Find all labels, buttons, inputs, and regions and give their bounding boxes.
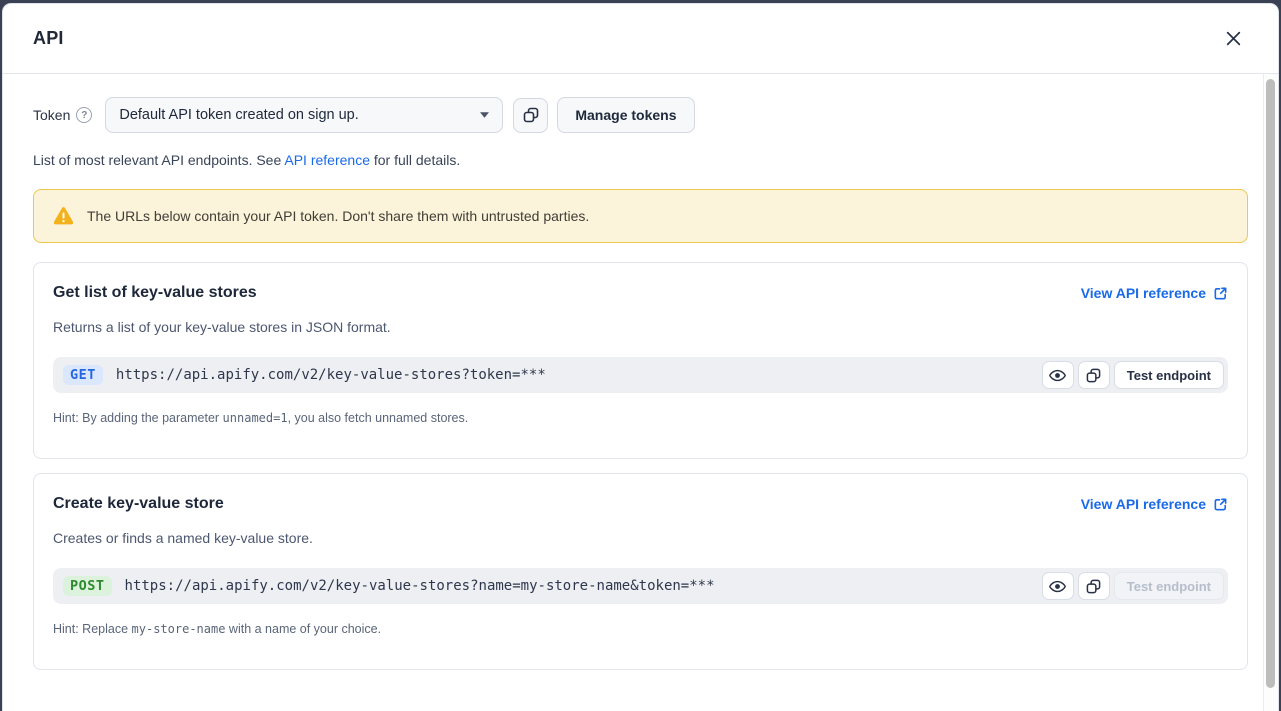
http-method-badge: GET <box>63 365 103 385</box>
copy-url-button[interactable] <box>1078 572 1110 600</box>
intro-before: List of most relevant API endpoints. See <box>33 152 284 168</box>
http-method-badge: POST <box>63 576 112 596</box>
copy-icon <box>523 107 539 123</box>
card-title: Create key-value store <box>53 495 224 513</box>
card-description: Returns a list of your key-value stores … <box>53 319 1228 335</box>
token-select-value: Default API token created on sign up. <box>119 107 358 123</box>
view-api-reference-link[interactable]: View API reference <box>1081 496 1228 512</box>
endpoint-bar: GET https://api.apify.com/v2/key-value-s… <box>53 357 1228 393</box>
card-hint: Hint: By adding the parameter unnamed=1,… <box>53 411 1228 425</box>
hint-prefix: Hint: Replace <box>53 622 132 636</box>
card-head: Get list of key-value stores View API re… <box>53 284 1228 302</box>
endpoint-url: https://api.apify.com/v2/key-value-store… <box>125 578 1038 594</box>
token-row: Token ? Default API token created on sig… <box>33 97 1248 133</box>
hint-code: my-store-name <box>132 622 226 636</box>
modal-body: Token ? Default API token created on sig… <box>3 97 1278 670</box>
eye-icon <box>1049 578 1066 595</box>
card-head: Create key-value store View API referenc… <box>53 495 1228 513</box>
chevron-down-icon <box>480 112 489 118</box>
card-title: Get list of key-value stores <box>53 284 257 302</box>
eye-icon <box>1049 367 1066 384</box>
copy-icon <box>1086 368 1101 383</box>
scrollbar-thumb[interactable] <box>1266 79 1275 688</box>
view-api-reference-label: View API reference <box>1081 285 1206 301</box>
hint-code: unnamed=1 <box>223 411 288 425</box>
token-select[interactable]: Default API token created on sign up. <box>105 97 503 133</box>
reveal-token-button[interactable] <box>1042 572 1074 600</box>
modal-header: API <box>3 4 1278 74</box>
close-icon <box>1225 30 1242 47</box>
page-background: { "colors": { "accent_blue": "#1a6ae8", … <box>0 0 1281 711</box>
test-endpoint-button-disabled: Test endpoint <box>1114 572 1224 600</box>
hint-prefix: Hint: By adding the parameter <box>53 411 223 425</box>
manage-tokens-button[interactable]: Manage tokens <box>557 97 694 133</box>
warning-banner: The URLs below contain your API token. D… <box>33 189 1248 243</box>
external-link-icon <box>1213 286 1228 301</box>
intro-after: for full details. <box>370 152 460 168</box>
api-reference-link[interactable]: API reference <box>284 152 370 168</box>
endpoint-card-create-store: Create key-value store View API referenc… <box>33 473 1248 670</box>
vertical-scrollbar[interactable] <box>1263 74 1278 711</box>
hint-suffix: with a name of your choice. <box>225 622 381 636</box>
api-modal: API Token ? Default API token created on… <box>2 3 1279 711</box>
close-button[interactable] <box>1218 24 1248 54</box>
card-description: Creates or finds a named key-value store… <box>53 530 1228 546</box>
endpoint-url: https://api.apify.com/v2/key-value-store… <box>116 367 1038 383</box>
card-hint: Hint: Replace my-store-name with a name … <box>53 622 1228 636</box>
view-api-reference-label: View API reference <box>1081 496 1206 512</box>
copy-url-button[interactable] <box>1078 361 1110 389</box>
copy-token-button[interactable] <box>513 98 548 133</box>
token-label: Token <box>33 107 70 123</box>
page-title: API <box>33 28 64 49</box>
help-icon[interactable]: ? <box>76 107 92 123</box>
copy-icon <box>1086 579 1101 594</box>
intro-text: List of most relevant API endpoints. See… <box>33 152 1248 168</box>
test-endpoint-button[interactable]: Test endpoint <box>1114 361 1224 389</box>
reveal-token-button[interactable] <box>1042 361 1074 389</box>
warning-icon <box>53 206 74 226</box>
external-link-icon <box>1213 497 1228 512</box>
view-api-reference-link[interactable]: View API reference <box>1081 285 1228 301</box>
warning-text: The URLs below contain your API token. D… <box>87 208 589 224</box>
hint-suffix: , you also fetch unnamed stores. <box>288 411 469 425</box>
endpoint-card-get-list: Get list of key-value stores View API re… <box>33 262 1248 459</box>
endpoint-bar: POST https://api.apify.com/v2/key-value-… <box>53 568 1228 604</box>
